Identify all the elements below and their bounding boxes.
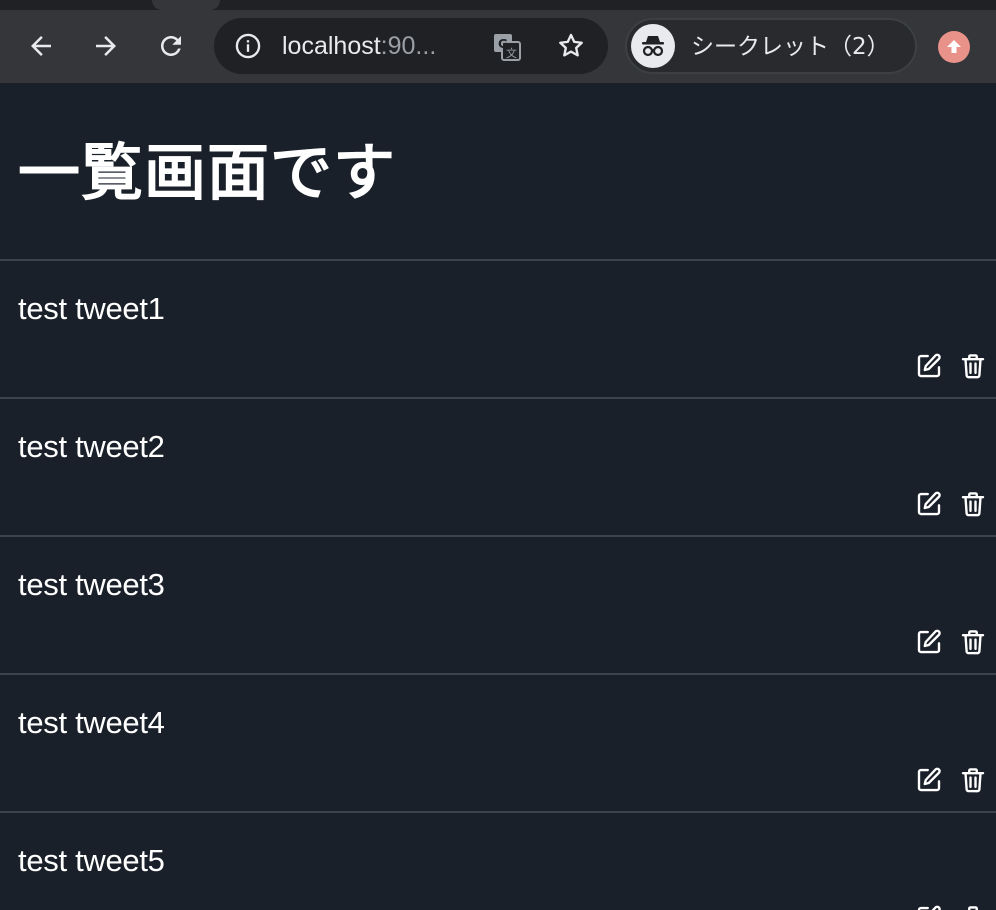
edit-icon	[917, 767, 941, 792]
tweet-text: test tweet1	[18, 291, 165, 326]
arrow-left-icon	[31, 36, 51, 56]
edit-button[interactable]	[914, 351, 944, 381]
tweet-text: test tweet2	[18, 429, 165, 464]
browser-chrome: localhost:90... G 文 シークレット（2）	[0, 0, 996, 84]
reload-button[interactable]	[149, 24, 193, 68]
tweet-item: test tweet2	[0, 399, 996, 537]
tweet-actions	[914, 627, 988, 657]
page-title: 一覧画面です	[0, 84, 996, 261]
delete-button[interactable]	[958, 351, 988, 381]
edit-icon	[917, 629, 941, 654]
update-arrow-icon	[947, 40, 961, 53]
delete-button[interactable]	[958, 765, 988, 795]
back-button[interactable]	[19, 24, 63, 68]
trash-icon	[961, 354, 985, 379]
edit-icon	[917, 353, 941, 378]
tab-strip	[0, 0, 996, 10]
edit-button[interactable]	[914, 489, 944, 519]
url-text[interactable]: localhost:90...	[282, 31, 436, 61]
url-host: localhost	[282, 32, 381, 60]
address-bar[interactable]: localhost:90... G 文	[214, 18, 608, 74]
tweet-actions	[914, 489, 988, 519]
reload-icon	[161, 36, 181, 56]
incognito-icon	[631, 24, 675, 68]
tweet-text: test tweet3	[18, 567, 165, 602]
page-content: 一覧画面です test tweet1 test tweet2 test twee…	[0, 84, 996, 910]
tweet-item: test tweet4	[0, 675, 996, 813]
trash-icon	[961, 768, 985, 793]
update-button[interactable]	[938, 31, 970, 63]
tweet-item: test tweet3	[0, 537, 996, 675]
edit-icon	[917, 491, 941, 516]
translate-icon[interactable]: G 文	[492, 32, 522, 62]
incognito-profile-button[interactable]: シークレット（2）	[625, 18, 917, 74]
trash-icon	[962, 906, 984, 910]
edit-button[interactable]	[914, 903, 944, 910]
star-icon[interactable]	[556, 31, 586, 61]
tweet-text: test tweet4	[18, 705, 165, 740]
svg-text:文: 文	[506, 46, 517, 60]
tweet-list: test tweet1 test tweet2 test tweet3 test…	[0, 261, 996, 910]
edit-button[interactable]	[914, 627, 944, 657]
info-icon[interactable]	[234, 32, 262, 60]
url-rest: :90...	[380, 32, 437, 60]
edit-button[interactable]	[914, 765, 944, 795]
tweet-actions	[914, 351, 988, 381]
delete-button[interactable]	[958, 627, 988, 657]
delete-button[interactable]	[958, 489, 988, 519]
browser-toolbar: localhost:90... G 文 シークレット（2）	[0, 10, 996, 83]
edit-icon	[917, 905, 941, 910]
forward-button[interactable]	[84, 24, 128, 68]
tweet-item: test tweet1	[0, 261, 996, 399]
tweet-actions	[914, 765, 988, 795]
delete-button[interactable]	[958, 903, 988, 910]
tweet-actions	[914, 903, 988, 910]
tweet-text: test tweet5	[18, 843, 165, 878]
trash-icon	[961, 630, 985, 655]
trash-icon	[961, 492, 985, 517]
active-tab[interactable]	[152, 0, 220, 10]
incognito-label: シークレット（2）	[691, 34, 890, 60]
arrow-right-icon	[96, 36, 116, 56]
tweet-item: test tweet5	[0, 813, 996, 910]
